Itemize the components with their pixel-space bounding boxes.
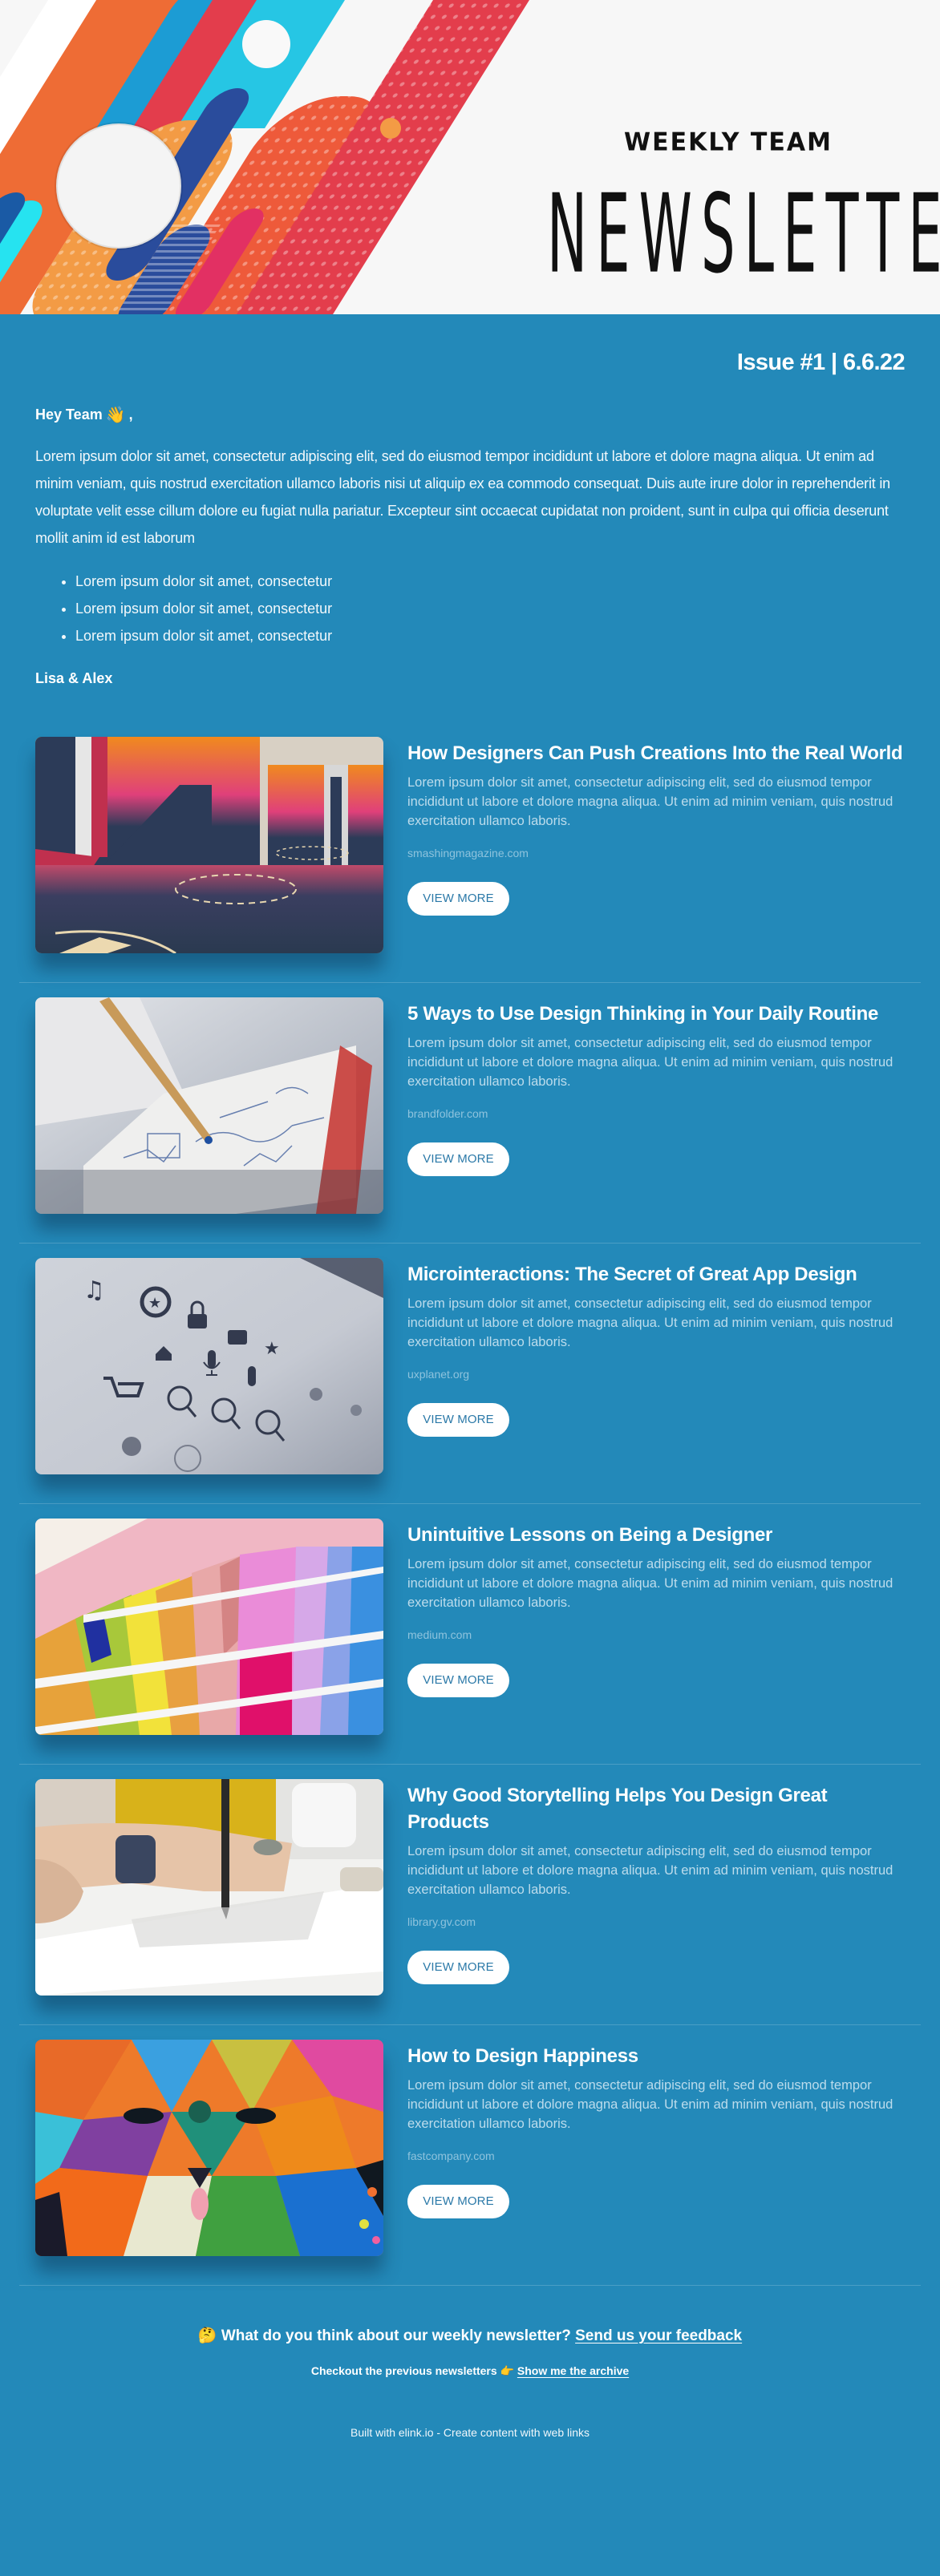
article-description: Lorem ipsum dolor sit amet, consectetur …: [407, 1296, 893, 1349]
bullet-item: Lorem ipsum dolor sit amet, consectetur: [75, 568, 905, 595]
svg-text:♫: ♫: [83, 1276, 105, 1304]
article-title[interactable]: How Designers Can Push Creations Into th…: [407, 740, 905, 766]
article-source: uxplanet.org: [407, 1368, 470, 1381]
view-more-button[interactable]: VIEW MORE: [407, 1403, 509, 1437]
article-description: Lorem ipsum dolor sit amet, consectetur …: [407, 2078, 893, 2131]
intro-paragraph: Lorem ipsum dolor sit amet, consectetur …: [35, 448, 890, 546]
send-feedback-link[interactable]: Send us your feedback: [575, 2327, 742, 2344]
svg-text:★: ★: [148, 1295, 161, 1312]
article-body: How Designers Can Push Creations Into th…: [407, 737, 905, 916]
icon-set-image: ♫ ★ ★: [35, 1258, 383, 1474]
newsletter-banner: WEEKLY TEAM NEWSLETTER: [0, 0, 940, 314]
hand-drawing-image: [35, 1779, 383, 1996]
thinking-face-icon: 🤔: [197, 2327, 217, 2344]
built-with-credit[interactable]: Built with elink.io - Create content wit…: [0, 2426, 940, 2439]
feedback-text: What do you think about our weekly newsl…: [221, 2327, 571, 2344]
article-description: Lorem ipsum dolor sit amet, consectetur …: [407, 1557, 893, 1610]
waving-hand-icon: 👋: [105, 406, 126, 424]
show-archive-link[interactable]: Show me the archive: [517, 2364, 629, 2377]
article-body: Microinteractions: The Secret of Great A…: [407, 1258, 905, 1437]
bullet-item: Lorem ipsum dolor sit amet, consectetur: [75, 622, 905, 649]
article-card: How Designers Can Push Creations Into th…: [19, 737, 921, 983]
article-source: library.gv.com: [407, 1915, 476, 1928]
article-description: Lorem ipsum dolor sit amet, consectetur …: [407, 1036, 893, 1089]
sketch-notebook-image: [35, 997, 383, 1214]
issue-label: Issue #1 | 6.6.22: [736, 350, 906, 375]
article-thumbnail[interactable]: [35, 997, 383, 1214]
article-title[interactable]: How to Design Happiness: [407, 2043, 905, 2069]
article-list: How Designers Can Push Creations Into th…: [0, 737, 940, 2286]
article-thumbnail[interactable]: [35, 2040, 383, 2256]
intro-bullet-list: Lorem ipsum dolor sit amet, consectetur …: [35, 568, 905, 649]
article-thumbnail[interactable]: [35, 737, 383, 953]
article-source: fastcompany.com: [407, 2149, 495, 2162]
greeting-text: Hey Team: [35, 406, 103, 423]
greeting-suffix: ,: [128, 406, 133, 423]
article-body: How to Design Happiness Lorem ipsum dolo…: [407, 2040, 905, 2218]
article-body: Why Good Storytelling Helps You Design G…: [407, 1779, 905, 1984]
svg-text:★: ★: [264, 1339, 280, 1359]
article-title[interactable]: Unintuitive Lessons on Being a Designer: [407, 1522, 905, 1548]
article-body: 5 Ways to Use Design Thinking in Your Da…: [407, 997, 905, 1176]
basketball-court-image: [35, 737, 383, 953]
signature: Lisa & Alex: [35, 670, 113, 686]
article-card: Why Good Storytelling Helps You Design G…: [19, 1765, 921, 2025]
view-more-button[interactable]: VIEW MORE: [407, 1664, 509, 1697]
intro-section: Issue #1 | 6.6.22 Hey Team 👋 , Lorem ips…: [0, 314, 940, 687]
feedback-line: 🤔 What do you think about our weekly new…: [0, 2326, 940, 2345]
article-thumbnail[interactable]: ♫ ★ ★: [35, 1258, 383, 1474]
archive-line: Checkout the previous newsletters 👉 Show…: [0, 2364, 940, 2378]
banner-kicker: WEEKLY TEAM: [624, 127, 833, 157]
article-source: smashingmagazine.com: [407, 847, 529, 859]
article-thumbnail[interactable]: [35, 1519, 383, 1735]
article-card: How to Design Happiness Lorem ipsum dolo…: [19, 2025, 921, 2286]
article-description: Lorem ipsum dolor sit amet, consectetur …: [407, 1844, 893, 1897]
pointing-hand-icon: 👉: [500, 2364, 514, 2377]
article-source: brandfolder.com: [407, 1107, 488, 1120]
view-more-button[interactable]: VIEW MORE: [407, 1951, 509, 1984]
banner-title: NEWSLETTER: [547, 172, 940, 298]
article-card: ♫ ★ ★ Microinteractions: The Secret of G…: [19, 1244, 921, 1504]
geometric-bear-mural-image: [35, 2040, 383, 2256]
footer-spacer: [0, 2439, 940, 2487]
article-description: Lorem ipsum dolor sit amet, consectetur …: [407, 775, 893, 828]
article-title[interactable]: Why Good Storytelling Helps You Design G…: [407, 1782, 905, 1835]
pantone-swatches-image: [35, 1519, 383, 1735]
article-body: Unintuitive Lessons on Being a Designer …: [407, 1519, 905, 1697]
archive-text: Checkout the previous newsletters: [310, 2364, 497, 2377]
article-card: Unintuitive Lessons on Being a Designer …: [19, 1504, 921, 1765]
bullet-item: Lorem ipsum dolor sit amet, consectetur: [75, 595, 905, 622]
article-thumbnail[interactable]: [35, 1779, 383, 1996]
article-source: medium.com: [407, 1628, 472, 1641]
article-title[interactable]: 5 Ways to Use Design Thinking in Your Da…: [407, 1001, 905, 1027]
newsletter-footer: 🤔 What do you think about our weekly new…: [0, 2326, 940, 2487]
view-more-button[interactable]: VIEW MORE: [407, 1142, 509, 1176]
greeting: Hey Team 👋 ,: [35, 405, 905, 425]
view-more-button[interactable]: VIEW MORE: [407, 2185, 509, 2218]
view-more-button[interactable]: VIEW MORE: [407, 882, 509, 916]
article-title[interactable]: Microinteractions: The Secret of Great A…: [407, 1261, 905, 1288]
article-card: 5 Ways to Use Design Thinking in Your Da…: [19, 983, 921, 1244]
